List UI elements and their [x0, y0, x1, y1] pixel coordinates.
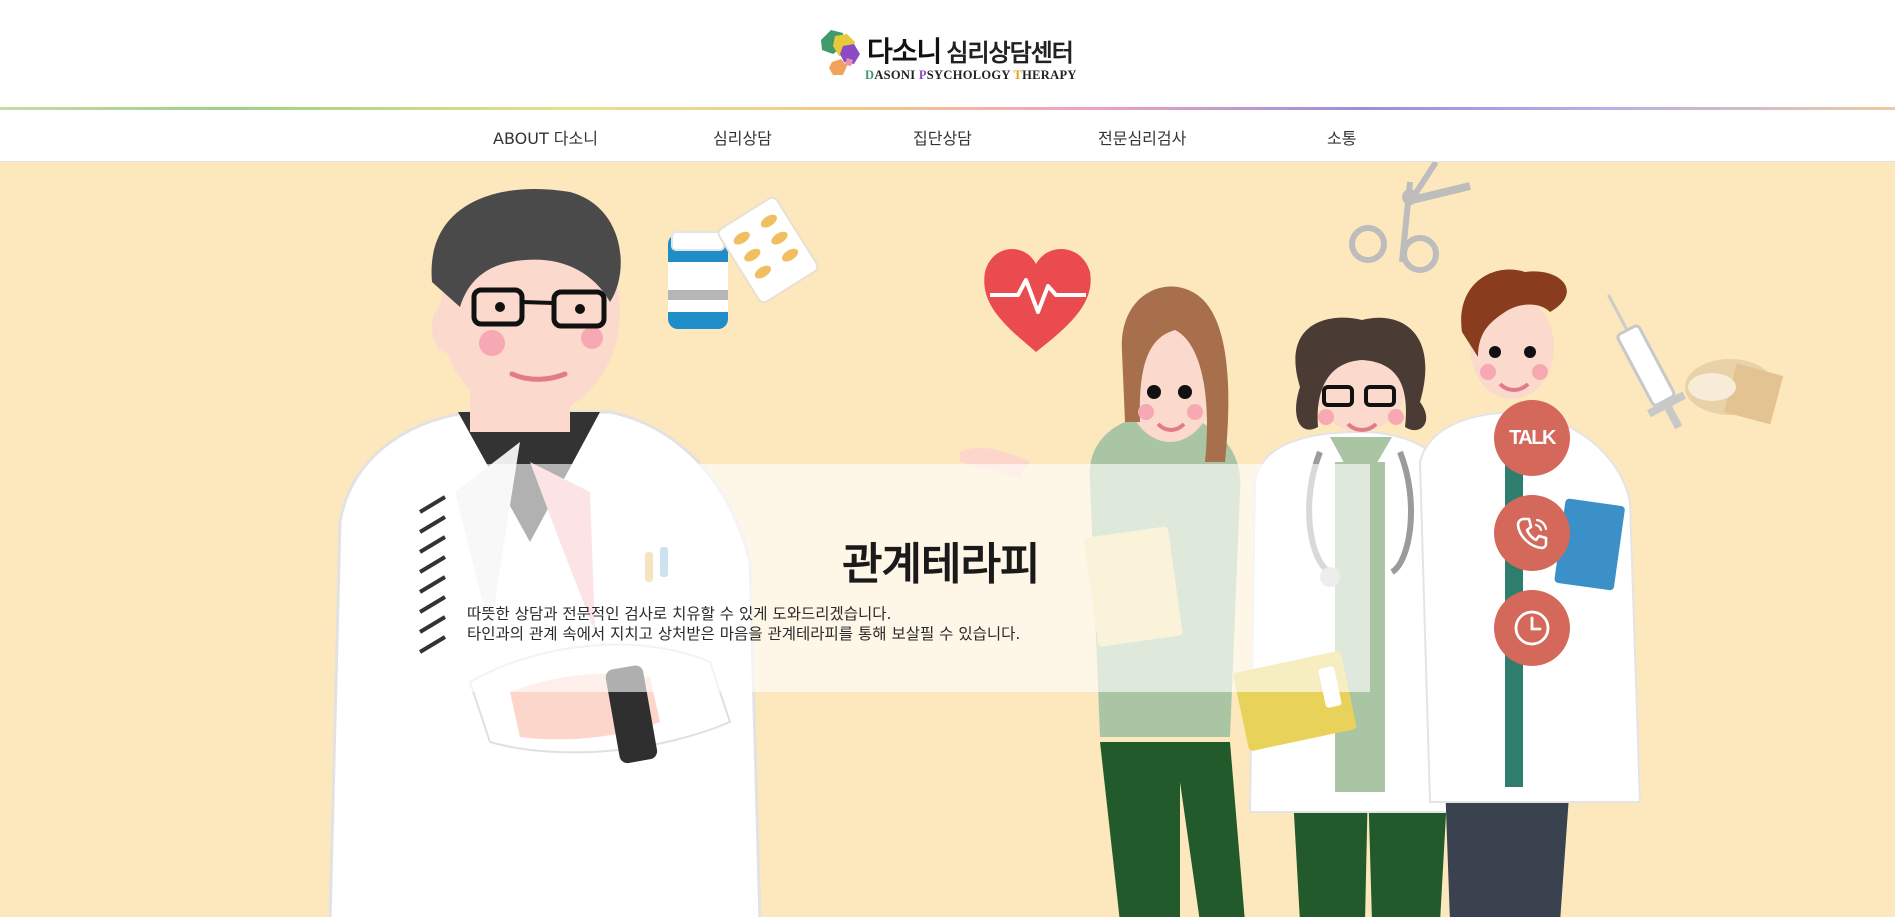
nav-item-group-counseling[interactable]: 집단상담	[913, 125, 972, 149]
medicine-bottle-illustration	[668, 231, 728, 329]
syringe-illustration	[1607, 294, 1687, 430]
phone-icon	[1516, 517, 1548, 550]
tape-roll-illustration	[1685, 359, 1784, 425]
hero-banner: 관계테라피 따뜻한 상담과 전문적인 검사로 치유할 수 있게 도와드리겠습니다…	[0, 162, 1895, 917]
logo-eng-d: D	[865, 68, 875, 82]
logo-eng-asoni: ASONI	[874, 68, 919, 82]
logo-mark-icon	[821, 30, 860, 75]
hero-description-line-2: 타인과의 관계 속에서 지치고 상처받은 마음을 관계테라피를 통해 보살필 수…	[467, 625, 1021, 643]
hero-description-line-1: 따뜻한 상담과 전문적인 검사로 치유할 수 있게 도와드리겠습니다.	[467, 605, 892, 623]
talk-label: TALK	[1509, 427, 1556, 449]
nav-item-community[interactable]: 소통	[1327, 125, 1356, 149]
site-logo[interactable]: 다소니 심리상담센터 DASONI PSYCHOLOGY THERAPY	[817, 28, 1076, 84]
site-header: 다소니 심리상담센터 DASONI PSYCHOLOGY THERAPY	[0, 0, 1895, 108]
logo-sub-text: 심리상담센터	[946, 39, 1073, 67]
main-nav: ABOUT 다소니 심리상담 집단상담 전문심리검사 소통	[0, 110, 1895, 162]
logo-eng-t: T	[1013, 68, 1023, 82]
nav-item-counseling[interactable]: 심리상담	[713, 125, 772, 149]
pill-pack-illustration	[717, 196, 819, 304]
logo-english: DASONI PSYCHOLOGY THERAPY	[865, 68, 1077, 83]
hero-title: 관계테라피	[842, 539, 1040, 590]
talk-button[interactable]: TALK	[1494, 400, 1570, 476]
logo-eng-herapy: HERAPY	[1022, 68, 1077, 82]
logo-eng-p: P	[918, 68, 927, 82]
scissors-illustration	[1349, 162, 1471, 273]
nav-item-about[interactable]: ABOUT 다소니	[493, 125, 598, 149]
hours-button[interactable]	[1494, 590, 1570, 666]
nav-item-psych-test[interactable]: 전문심리검사	[1098, 125, 1186, 149]
clock-icon	[1514, 610, 1550, 646]
logo-main-text: 다소니	[867, 35, 942, 68]
call-button[interactable]	[1494, 495, 1570, 571]
heart-illustration	[984, 249, 1091, 352]
logo-eng-sychology: SYCHOLOGY	[926, 68, 1014, 82]
logo-title: 다소니 심리상담센터	[867, 30, 1074, 70]
